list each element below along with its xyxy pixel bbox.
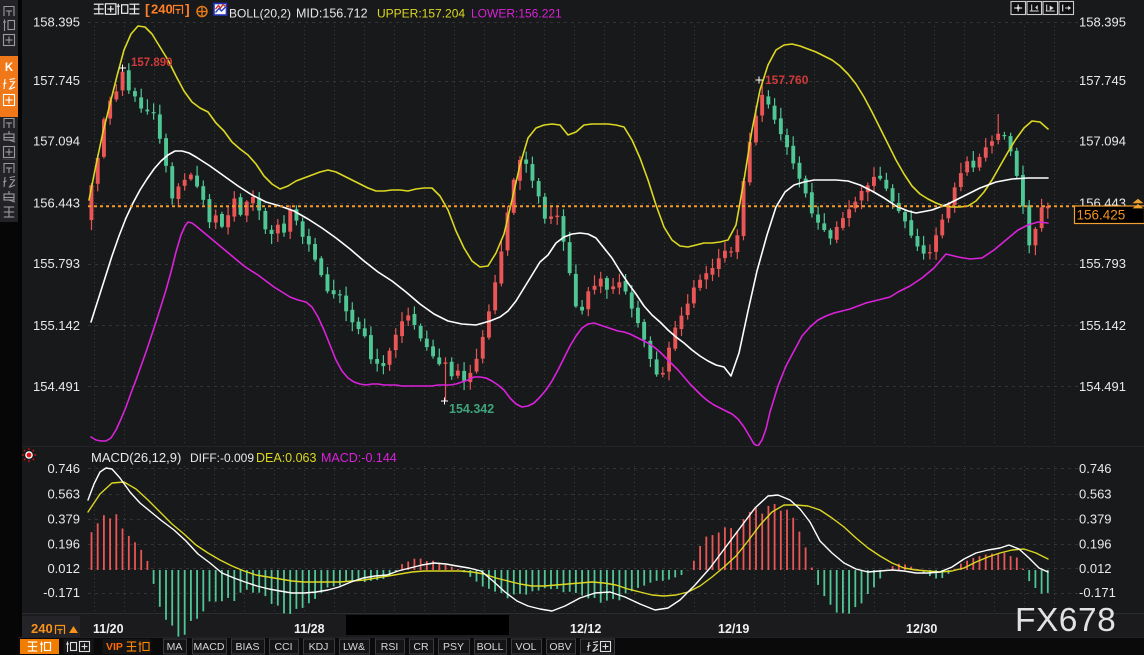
- svg-text:]: ]: [185, 1, 190, 17]
- svg-text:154.342: 154.342: [449, 402, 494, 416]
- svg-text:OBV: OBV: [549, 641, 571, 653]
- svg-text:FX678: FX678: [1015, 602, 1116, 639]
- svg-text:240: 240: [151, 2, 173, 17]
- svg-text:157.745: 157.745: [1079, 73, 1126, 88]
- svg-text:0.196: 0.196: [47, 536, 80, 551]
- svg-text:157.745: 157.745: [33, 73, 80, 88]
- svg-text:156.425: 156.425: [1077, 208, 1126, 223]
- svg-text:154.491: 154.491: [1079, 379, 1126, 394]
- svg-text:156.443: 156.443: [33, 196, 80, 211]
- svg-text:VIP: VIP: [106, 641, 123, 653]
- svg-text:LW&: LW&: [343, 641, 365, 653]
- svg-text:155.793: 155.793: [33, 256, 80, 271]
- svg-text:155.793: 155.793: [1079, 256, 1126, 271]
- svg-text:CR: CR: [413, 641, 429, 653]
- svg-text:12/30: 12/30: [906, 622, 937, 636]
- svg-text:154.491: 154.491: [33, 379, 80, 394]
- svg-text:[: [: [145, 1, 150, 17]
- svg-text:11/28: 11/28: [294, 622, 325, 636]
- svg-text:158.395: 158.395: [33, 15, 80, 30]
- svg-text:MA: MA: [167, 641, 183, 653]
- svg-text:240: 240: [31, 621, 53, 636]
- svg-text:12/19: 12/19: [718, 622, 749, 636]
- svg-text:MACD(26,12,9): MACD(26,12,9): [91, 450, 181, 465]
- svg-text:MACD: MACD: [194, 641, 225, 653]
- svg-text:K: K: [5, 62, 14, 74]
- svg-text:158.395: 158.395: [1079, 15, 1126, 30]
- svg-text:CCI: CCI: [274, 641, 292, 653]
- svg-text:155.142: 155.142: [1079, 318, 1126, 333]
- svg-text:DEA:0.063: DEA:0.063: [256, 451, 317, 465]
- svg-text:-0.171: -0.171: [1079, 585, 1116, 600]
- svg-text:BOLL(20,2): BOLL(20,2): [229, 7, 291, 21]
- svg-text:MID:156.712: MID:156.712: [296, 7, 368, 21]
- svg-text:12/12: 12/12: [570, 622, 601, 636]
- svg-text:LOWER:156.221: LOWER:156.221: [471, 7, 562, 21]
- svg-text:DIFF:-0.009: DIFF:-0.009: [190, 451, 254, 465]
- svg-text:UPPER:157.204: UPPER:157.204: [377, 7, 465, 21]
- svg-text:157.890: 157.890: [131, 57, 173, 69]
- svg-text:0.379: 0.379: [1079, 512, 1112, 527]
- svg-text:0.196: 0.196: [1079, 536, 1112, 551]
- svg-text:0.379: 0.379: [47, 512, 80, 527]
- svg-text:KDJ: KDJ: [309, 641, 329, 653]
- svg-text:MACD:-0.144: MACD:-0.144: [321, 451, 397, 465]
- svg-text:155.142: 155.142: [33, 318, 80, 333]
- svg-text:0.746: 0.746: [47, 461, 80, 476]
- svg-text:157.760: 157.760: [765, 73, 809, 87]
- svg-text:BOLL: BOLL: [477, 641, 504, 653]
- svg-text:0.012: 0.012: [47, 561, 80, 576]
- svg-text:157.094: 157.094: [1079, 134, 1126, 149]
- svg-text:0.563: 0.563: [47, 486, 80, 501]
- svg-text:VOL: VOL: [515, 641, 536, 653]
- svg-text:RSI: RSI: [381, 641, 399, 653]
- svg-text:0.012: 0.012: [1079, 561, 1112, 576]
- svg-text:157.094: 157.094: [33, 134, 80, 149]
- svg-text:0.563: 0.563: [1079, 486, 1112, 501]
- svg-text:PSY: PSY: [443, 641, 464, 653]
- svg-text:BIAS: BIAS: [236, 641, 260, 653]
- svg-text:-0.171: -0.171: [43, 585, 80, 600]
- svg-text:0.746: 0.746: [1079, 461, 1112, 476]
- svg-text:11/20: 11/20: [93, 622, 124, 636]
